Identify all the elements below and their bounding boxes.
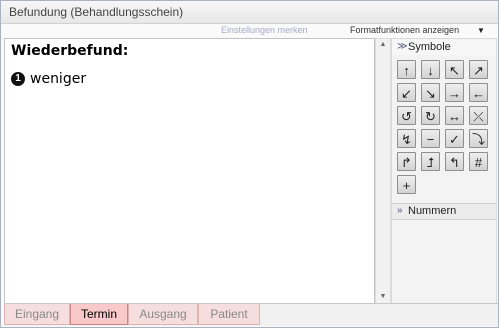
editor-scrollbar[interactable]: ▲ ▼: [375, 38, 391, 304]
tab-eingang[interactable]: Eingang: [4, 304, 70, 325]
arrow-right-icon[interactable]: →: [445, 83, 464, 102]
zigzag-arrow-icon[interactable]: ↯: [397, 129, 416, 148]
numbered-circle-icon: 1: [11, 72, 25, 86]
expand-chevron-icon: »: [397, 205, 403, 216]
save-settings-link[interactable]: Einstellungen merken: [221, 25, 308, 35]
arrow-down-left-icon[interactable]: ↙: [397, 83, 416, 102]
arrow-up-left-icon[interactable]: ↖: [445, 60, 464, 79]
format-functions-label[interactable]: Formatfunktionen anzeigen: [350, 25, 459, 35]
numbers-section-header[interactable]: » Nummern: [392, 203, 496, 220]
cross-arrows-icon[interactable]: ⤫: [469, 106, 488, 125]
tab-ausgang[interactable]: Ausgang: [128, 304, 198, 325]
format-toolbar: Einstellungen merken Formatfunktionen an…: [1, 24, 498, 38]
tab-patient[interactable]: Patient: [198, 304, 260, 325]
befundung-window: Befundung (Behandlungsschein) Einstellun…: [0, 0, 499, 328]
bottom-tab-bar: Eingang Termin Ausgang Patient: [4, 303, 498, 326]
symbols-section-header[interactable]: ≫ Symbole: [392, 40, 496, 55]
scroll-up-icon[interactable]: ▲: [376, 39, 390, 51]
turn-left-icon[interactable]: ↰: [445, 152, 464, 171]
hash-icon[interactable]: #: [469, 152, 488, 171]
symbol-panel: ≫ Symbole ↑ ↓ ↖ ↗ ↙ ↘ → ← ↺ ↻ ↔ ⤫ ↯ − ✓ ⤵ ↱ ⮥ ↰ # + » Nummer…: [391, 38, 497, 304]
arrow-left-icon[interactable]: ←: [469, 83, 488, 102]
plus-icon[interactable]: +: [397, 175, 416, 194]
turn-up-left-icon[interactable]: ↱: [397, 152, 416, 171]
symbols-header-label: Symbole: [408, 41, 451, 53]
arrow-down-icon[interactable]: ↓: [421, 60, 440, 79]
arrow-up-right-icon[interactable]: ↗: [469, 60, 488, 79]
arrow-left-right-icon[interactable]: ↔: [445, 106, 464, 125]
findings-heading: Wiederbefund:: [11, 43, 129, 59]
dropdown-arrow-icon[interactable]: ▼: [477, 27, 485, 35]
scroll-down-icon[interactable]: ▼: [376, 291, 390, 303]
tab-termin[interactable]: Termin: [70, 304, 128, 325]
window-title: Befundung (Behandlungsschein): [9, 5, 184, 19]
rotate-cw-icon[interactable]: ↻: [421, 106, 440, 125]
numbers-header-label: Nummern: [408, 205, 457, 217]
turn-up-icon[interactable]: ⮥: [421, 152, 440, 171]
minus-icon[interactable]: −: [421, 129, 440, 148]
window-titlebar: Befundung (Behandlungsschein): [1, 1, 498, 24]
list-item-text: weniger: [30, 71, 87, 87]
arrow-up-icon[interactable]: ↑: [397, 60, 416, 79]
findings-editor[interactable]: Wiederbefund: 1 weniger: [4, 38, 375, 304]
rotate-ccw-icon[interactable]: ↺: [397, 106, 416, 125]
collapse-chevron-icon: ≫: [397, 41, 408, 52]
check-icon[interactable]: ✓: [445, 129, 464, 148]
turn-down-icon[interactable]: ⤵: [469, 129, 488, 148]
arrow-down-right-icon[interactable]: ↘: [421, 83, 440, 102]
